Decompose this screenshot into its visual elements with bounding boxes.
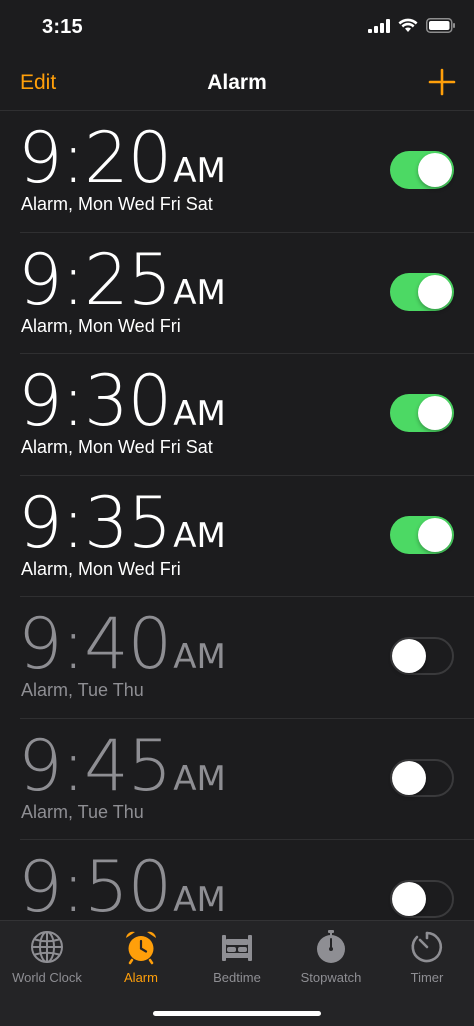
alarm-time-digits: 9:50 [18, 846, 172, 928]
alarm-time-ampm: AM [173, 758, 226, 799]
toggle-knob [418, 517, 452, 552]
alarm-label: Alarm, Mon Wed Fri [21, 315, 181, 336]
alarm-label: Alarm, Mon Wed Fri Sat [21, 437, 213, 457]
toggle-knob [418, 274, 452, 309]
alarm-toggle[interactable] [390, 272, 454, 311]
alarm-toggle[interactable] [390, 880, 454, 918]
tab-label: Bedtime [213, 970, 261, 985]
alarm-list: 9:20AM Alarm, Mon Wed Fri Sat 9:25AM Ala… [0, 111, 474, 962]
bed-icon [222, 935, 252, 961]
tab-alarm[interactable]: Alarm [94, 929, 188, 993]
alarm-time-ampm: AM [173, 880, 226, 920]
alarm-time-ampm: AM [173, 394, 226, 434]
status-icons [368, 18, 456, 33]
tab-label: Timer [410, 970, 444, 985]
alarm-time-ampm: AM [173, 151, 226, 191]
alarm-label: Alarm, Tue Thu [21, 801, 144, 822]
alarm-toggle[interactable] [390, 637, 454, 675]
timer-icon [411, 931, 443, 963]
cellular-signal-icon [368, 18, 390, 33]
toggle-knob [392, 760, 426, 795]
alarm-time: 9:25AM [18, 245, 226, 315]
alarm-row[interactable]: 9:20AM Alarm, Mon Wed Fri Sat [0, 111, 474, 233]
alarm-time: 9:50AM [18, 852, 226, 922]
tab-label: Alarm [124, 970, 158, 985]
home-indicator[interactable] [153, 1011, 321, 1016]
battery-icon [426, 18, 455, 33]
alarm-time-ampm: AM [173, 637, 226, 677]
alarm-time: 9:40AM [18, 609, 226, 679]
edit-button[interactable]: Edit [20, 71, 56, 95]
alarm-time: 9:35AM [18, 488, 226, 558]
alarm-label: Alarm, Mon Wed Fri Sat [21, 194, 213, 214]
status-bar: 3:15 [0, 0, 474, 56]
navigation-bar: Edit Alarm [0, 56, 474, 110]
page-title: Alarm [207, 71, 267, 94]
alarm-time-digits: 9:30 [18, 360, 172, 442]
toggle-knob [418, 153, 452, 187]
alarm-toggle[interactable] [390, 151, 454, 189]
toggle-knob [392, 882, 426, 916]
tab-label: World Clock [12, 970, 82, 985]
alarm-label: Alarm, Tue Thu [21, 680, 144, 700]
alarm-time: 9:45AM [18, 731, 226, 801]
alarm-row[interactable]: 9:45AM Alarm, Tue Thu [0, 719, 474, 841]
alarm-row[interactable]: 9:35AM Alarm, Mon Wed Fri [0, 476, 474, 598]
toggle-knob [392, 639, 426, 673]
alarm-time-digits: 9:40 [18, 603, 172, 685]
alarm-screen: 3:15 Edit Alarm 9:20AM Alarm, Mon Wed Fr… [0, 0, 474, 1026]
wifi-icon [398, 18, 418, 32]
alarm-time-ampm: AM [173, 515, 226, 556]
alarm-time: 9:30AM [18, 366, 226, 436]
alarm-time-digits: 9:35 [18, 481, 172, 564]
tab-bar: World Clock Alarm Bedtime Stopwatch Time… [0, 920, 474, 1026]
alarm-time-digits: 9:25 [18, 238, 172, 321]
status-time: 3:15 [42, 16, 83, 38]
alarm-time: 9:20AM [18, 123, 226, 193]
alarm-clock-icon [126, 931, 156, 965]
stopwatch-icon [317, 930, 345, 963]
alarm-toggle[interactable] [390, 758, 454, 797]
tab-label: Stopwatch [300, 970, 362, 985]
plus-icon[interactable] [428, 68, 456, 96]
alarm-row[interactable]: 9:25AM Alarm, Mon Wed Fri [0, 233, 474, 355]
alarm-row[interactable]: 9:30AM Alarm, Mon Wed Fri Sat [0, 354, 474, 476]
globe-icon [31, 931, 63, 963]
alarm-toggle[interactable] [390, 394, 454, 432]
alarm-time-digits: 9:20 [18, 117, 172, 199]
tab-timer[interactable]: Timer [380, 929, 474, 993]
alarm-time-digits: 9:45 [18, 724, 172, 807]
toggle-knob [418, 396, 452, 430]
alarm-label: Alarm, Mon Wed Fri [21, 558, 181, 579]
tab-world-clock[interactable]: World Clock [0, 929, 94, 993]
alarm-row[interactable]: 9:40AM Alarm, Tue Thu [0, 597, 474, 719]
alarm-time-ampm: AM [173, 272, 226, 313]
tab-stopwatch[interactable]: Stopwatch [284, 929, 378, 993]
alarm-toggle[interactable] [390, 515, 454, 554]
tab-bedtime[interactable]: Bedtime [190, 929, 284, 993]
